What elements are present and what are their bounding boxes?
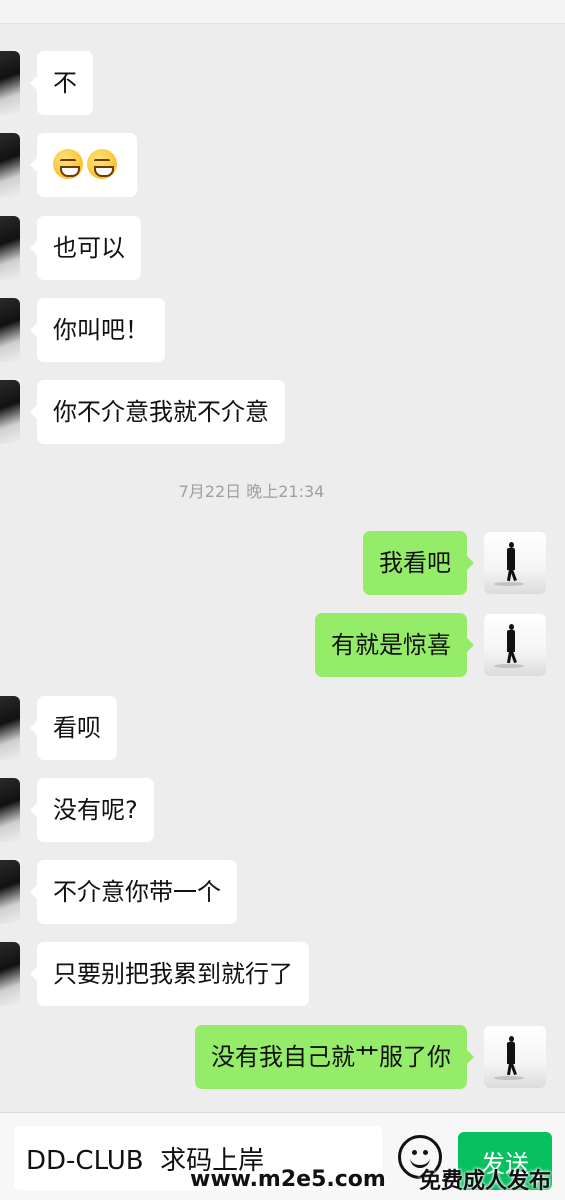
grin-emoji-icon xyxy=(53,149,83,179)
message-row: 只要别把我累到就行了 xyxy=(0,942,309,1006)
contact-avatar[interactable] xyxy=(0,133,20,197)
message-row: 不 xyxy=(0,51,93,115)
message-bubble[interactable]: 不 xyxy=(30,51,93,115)
message-bubble[interactable]: 只要别把我累到就行了 xyxy=(30,942,309,1006)
top-bar xyxy=(0,0,565,24)
contact-avatar[interactable] xyxy=(0,216,20,280)
grin-emoji-icon xyxy=(87,149,117,179)
message-row: 没有呢? xyxy=(0,778,154,842)
message-row: 不介意你带一个 xyxy=(0,860,237,924)
contact-avatar[interactable] xyxy=(0,696,20,760)
message-bubble[interactable]: 你不介意我就不介意 xyxy=(30,380,285,444)
message-row: 看呗 xyxy=(0,696,117,760)
watermark: www.m2e5.com 免费成人发布 xyxy=(0,1158,565,1200)
walking-person-icon xyxy=(506,624,517,664)
my-avatar[interactable] xyxy=(484,614,546,676)
message-bubble[interactable]: 不介意你带一个 xyxy=(30,860,237,924)
message-bubble[interactable]: 看呗 xyxy=(30,696,117,760)
contact-avatar[interactable] xyxy=(0,778,20,842)
message-bubble[interactable]: 你叫吧！ xyxy=(30,298,165,362)
message-row xyxy=(0,133,137,197)
contact-avatar[interactable] xyxy=(0,51,20,115)
contact-avatar[interactable] xyxy=(0,298,20,362)
contact-avatar[interactable] xyxy=(0,380,20,444)
my-avatar[interactable] xyxy=(484,1026,546,1088)
walking-person-icon xyxy=(506,1036,517,1076)
emoji-message-bubble[interactable] xyxy=(30,133,137,197)
message-row: 没有我自己就艹服了你 xyxy=(195,1025,546,1089)
watermark-site: www.m2e5.com xyxy=(190,1166,386,1192)
chat-timestamp: 7月22日 晚上21:34 xyxy=(178,482,325,501)
watermark-slogan: 免费成人发布 xyxy=(418,1169,551,1194)
contact-avatar[interactable] xyxy=(0,860,20,924)
message-bubble[interactable]: 有就是惊喜 xyxy=(315,613,474,677)
message-row: 有就是惊喜 xyxy=(315,613,546,677)
message-bubble[interactable]: 也可以 xyxy=(30,216,141,280)
my-avatar[interactable] xyxy=(484,532,546,594)
message-bubble[interactable]: 我看吧 xyxy=(363,531,474,595)
message-bubble[interactable]: 没有呢? xyxy=(30,778,154,842)
message-row: 你不介意我就不介意 xyxy=(0,380,285,444)
message-row: 你叫吧！ xyxy=(0,298,165,362)
contact-avatar[interactable] xyxy=(0,942,20,1006)
message-bubble[interactable]: 没有我自己就艹服了你 xyxy=(195,1025,474,1089)
message-row: 也可以 xyxy=(0,216,141,280)
message-row: 我看吧 xyxy=(363,531,546,595)
walking-person-icon xyxy=(506,542,517,582)
